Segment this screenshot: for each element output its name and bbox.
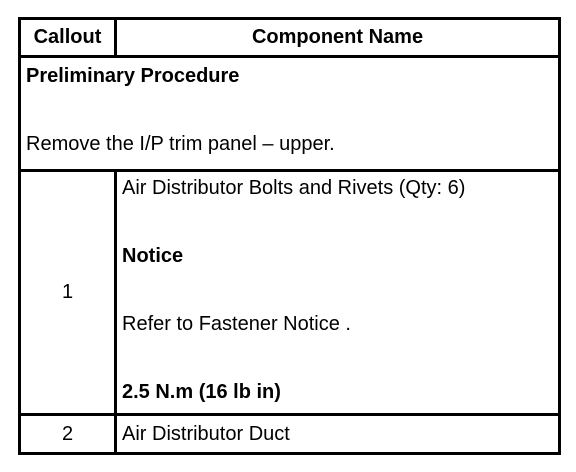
callout-number: 1 — [18, 169, 117, 416]
header-callout: Callout — [18, 17, 117, 58]
component-name: Air Distributor Duct — [114, 413, 561, 455]
notice-text: Refer to Fastener Notice . — [122, 313, 351, 335]
preliminary-row: Preliminary Procedure Remove the I/P tri… — [18, 55, 561, 172]
procedure-table: Callout Component Name Preliminary Proce… — [18, 17, 561, 455]
torque-spec: 2.5 N.m (16 lb in) — [122, 381, 281, 403]
preliminary-cell: Preliminary Procedure Remove the I/P tri… — [18, 55, 561, 172]
preliminary-text: Remove the I/P trim panel – upper. — [26, 133, 335, 155]
preliminary-title: Preliminary Procedure — [26, 65, 240, 87]
table-row: 2 Air Distributor Duct — [18, 413, 561, 455]
notice-label: Notice — [122, 245, 184, 267]
table-row: 1 Air Distributor Bolts and Rivets (Qty:… — [18, 169, 561, 416]
table-header-row: Callout Component Name — [18, 17, 561, 58]
callout-number: 2 — [18, 413, 117, 455]
component-name: Air Distributor Bolts and Rivets (Qty: 6… — [122, 177, 466, 199]
component-name-cell: Air Distributor Bolts and Rivets (Qty: 6… — [114, 169, 561, 416]
header-component-name: Component Name — [114, 17, 561, 58]
